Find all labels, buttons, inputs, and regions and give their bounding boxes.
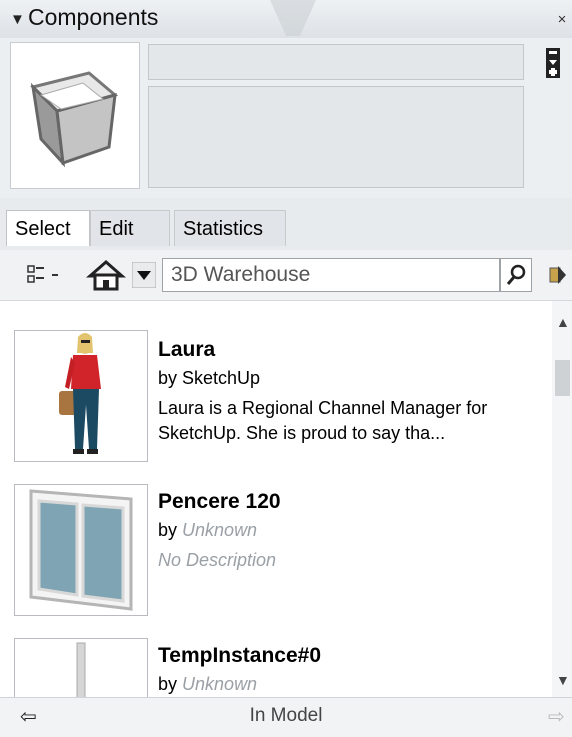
dropdown-arrow-icon[interactable] — [131, 261, 157, 289]
item-author-name: SketchUp — [182, 368, 261, 388]
item-title[interactable]: Pencere 120 — [158, 490, 281, 514]
view-options-icon[interactable] — [26, 262, 70, 288]
item-author-name: Unknown — [182, 520, 258, 540]
item-author: by Unknown — [158, 520, 257, 541]
close-icon[interactable]: × — [552, 10, 572, 30]
collapse-triangle-icon[interactable]: ▼ — [10, 11, 25, 28]
component-preview — [10, 42, 140, 189]
details-arrow-icon[interactable] — [542, 46, 564, 80]
item-author: by Unknown — [158, 674, 257, 695]
component-cube-icon — [30, 71, 119, 168]
component-description-field[interactable] — [148, 86, 524, 188]
collection-label: In Model — [249, 705, 323, 726]
pole-thumbnail[interactable] — [14, 638, 148, 699]
item-author-name: Unknown — [182, 674, 258, 694]
navigate-icon[interactable] — [548, 262, 568, 288]
panel-dock-handle — [270, 0, 316, 36]
tab-statistics[interactable]: Statistics — [174, 210, 286, 246]
item-title[interactable]: TempInstance#0 — [158, 644, 321, 668]
tab-edit[interactable]: Edit — [90, 210, 170, 246]
scroll-thumb[interactable] — [555, 360, 570, 396]
item-description: Laura is a Regional Channel Manager for … — [158, 398, 488, 443]
item-by-prefix: by — [158, 674, 178, 694]
panel-titlebar[interactable]: ▼ Components × — [0, 0, 572, 39]
home-icon[interactable] — [86, 258, 126, 292]
tab-select[interactable]: Select — [6, 210, 90, 246]
scroll-up-icon[interactable]: ▲ — [556, 314, 570, 330]
item-by-prefix: by — [158, 368, 178, 388]
forward-arrow-icon[interactable]: ⇨ — [548, 704, 565, 729]
window-thumbnail[interactable] — [14, 484, 148, 616]
scroll-down-icon[interactable]: ▼ — [556, 672, 570, 688]
item-description: No Description — [158, 550, 277, 570]
item-title[interactable]: Laura — [158, 338, 215, 362]
item-author: by SketchUp — [158, 368, 260, 389]
search-icon[interactable] — [500, 258, 532, 292]
search-input[interactable]: 3D Warehouse — [162, 258, 500, 292]
component-name-field[interactable] — [148, 44, 524, 80]
person-thumbnail[interactable] — [14, 330, 148, 462]
item-by-prefix: by — [158, 520, 178, 540]
panel-title: Components — [28, 4, 159, 30]
